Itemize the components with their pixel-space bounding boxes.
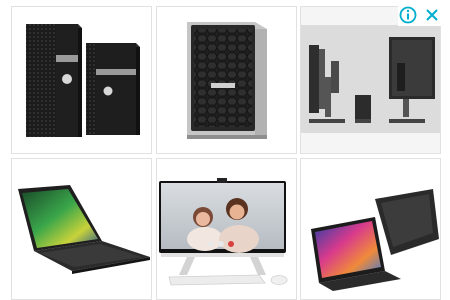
micro-pc-monitors-image: [301, 7, 440, 153]
laptop-image: [18, 185, 150, 274]
all-in-one-image: [159, 178, 288, 286]
info-circle-icon[interactable]: [398, 5, 418, 25]
product-tile-tower-desktops[interactable]: [11, 6, 152, 154]
product-ad-banner: [0, 0, 450, 300]
close-x-icon[interactable]: [422, 5, 442, 25]
2-in-1-laptops-image: [311, 189, 439, 291]
ad-controls: [398, 4, 442, 26]
product-tile-tower-server[interactable]: [156, 6, 297, 154]
tower-server-image: [187, 22, 267, 139]
tower-desktops-image: [26, 24, 140, 137]
product-tile-2-in-1-laptops[interactable]: [300, 158, 441, 300]
product-tile-micro-pc-monitors[interactable]: [300, 6, 441, 154]
product-tile-all-in-one[interactable]: [156, 158, 297, 300]
product-tile-laptop[interactable]: [11, 158, 152, 300]
